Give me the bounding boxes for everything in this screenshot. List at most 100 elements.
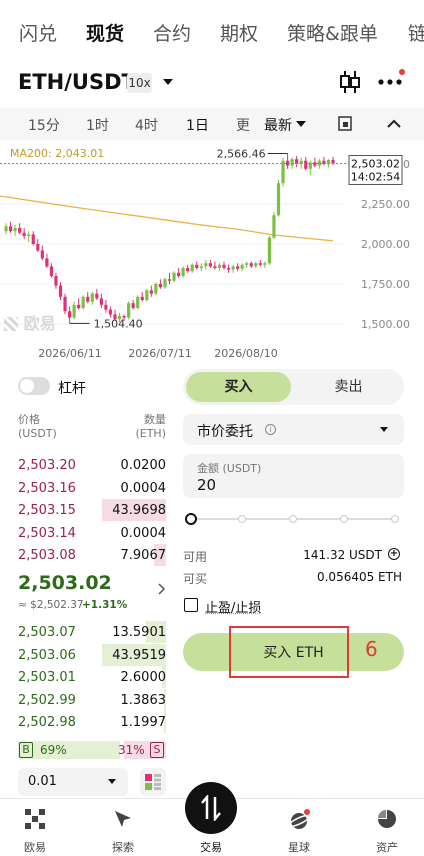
nav-trade-label: 交易 bbox=[176, 839, 246, 855]
tpsl-label[interactable]: 止盈/止损 bbox=[205, 597, 261, 616]
candle-body bbox=[281, 161, 284, 183]
slider-tick-100[interactable] bbox=[391, 515, 399, 523]
tab-strategy-copy[interactable]: 策略&跟单 bbox=[287, 19, 378, 46]
slider-tick-25[interactable] bbox=[238, 515, 246, 523]
interval-4h[interactable]: 4时 bbox=[135, 115, 158, 135]
buy-tab[interactable]: 买入 bbox=[186, 372, 291, 402]
amount-slider[interactable] bbox=[185, 512, 401, 526]
nav-okx[interactable]: 欧易 bbox=[0, 799, 70, 856]
tab-chain[interactable]: 链 bbox=[408, 19, 424, 46]
candle-body bbox=[177, 273, 180, 276]
info-icon[interactable]: i bbox=[265, 424, 276, 435]
nav-okx-label: 欧易 bbox=[0, 839, 70, 855]
chart-type-latest[interactable]: 最新 bbox=[264, 115, 292, 135]
sell-row[interactable]: 2,503.20 0.0200 bbox=[18, 454, 166, 476]
buy-ratio-badge: B bbox=[19, 742, 33, 758]
tab-futures[interactable]: 合约 bbox=[153, 19, 191, 46]
candle-body bbox=[32, 234, 35, 244]
interval-15m[interactable]: 15分 bbox=[28, 115, 60, 135]
tab-options[interactable]: 期权 bbox=[220, 19, 258, 46]
sell-price: 2,503.15 bbox=[18, 503, 76, 518]
y-tick-label: 1,500.00 bbox=[361, 318, 410, 331]
amount-field[interactable]: 金额 (USDT) 20 bbox=[183, 454, 404, 498]
candle-body bbox=[59, 286, 62, 297]
candle-body bbox=[9, 226, 12, 231]
tab-flash-swap[interactable]: 闪兑 bbox=[19, 19, 57, 46]
sell-ratio-value: 31% bbox=[118, 743, 145, 757]
sell-qty: 43.9698 bbox=[112, 503, 166, 518]
sell-ratio-badge: S bbox=[150, 742, 164, 758]
sell-tab[interactable]: 卖出 bbox=[296, 372, 401, 402]
nav-trade[interactable]: 交易 bbox=[176, 799, 246, 856]
candle-body bbox=[245, 263, 248, 265]
candle-body bbox=[186, 268, 189, 271]
candle-body bbox=[209, 263, 212, 266]
candle-body bbox=[154, 284, 157, 294]
candle-body bbox=[200, 266, 203, 268]
buy-row[interactable]: 2,502.98 1.1997 bbox=[18, 711, 166, 733]
nav-planet[interactable]: 星球 bbox=[264, 799, 334, 856]
interval-1d[interactable]: 1日 bbox=[186, 115, 209, 135]
nav-assets-label: 资产 bbox=[352, 839, 422, 855]
mid-price[interactable]: 2,503.02 bbox=[18, 572, 112, 594]
side-switch: 买入 卖出 bbox=[183, 369, 404, 405]
sell-row[interactable]: 2,503.08 7.9067 bbox=[18, 544, 166, 566]
candle-body bbox=[254, 263, 257, 266]
can-buy-value: 0.056405 ETH bbox=[260, 570, 402, 584]
buy-row[interactable]: 2,502.99 1.3863 bbox=[18, 689, 166, 711]
margin-toggle[interactable] bbox=[18, 377, 50, 395]
candle-body bbox=[331, 160, 334, 164]
interval-more[interactable]: 更 bbox=[236, 115, 250, 135]
order-type-select[interactable]: 市价委托 i bbox=[183, 414, 404, 445]
orderbook-layout-button[interactable] bbox=[140, 768, 166, 796]
tpsl-checkbox[interactable] bbox=[184, 598, 198, 612]
slider-tick-50[interactable] bbox=[289, 515, 297, 523]
pair-name[interactable]: ETH/USDT bbox=[18, 70, 136, 94]
chart-settings-icon[interactable] bbox=[338, 116, 353, 132]
planet-icon bbox=[289, 809, 311, 831]
precision-dropdown-icon bbox=[108, 779, 116, 784]
latest-dropdown-icon[interactable] bbox=[296, 121, 306, 127]
candle-body bbox=[73, 305, 76, 318]
sell-qty: 7.9067 bbox=[121, 548, 167, 563]
candle-body bbox=[45, 258, 48, 266]
nav-explore[interactable]: 探索 bbox=[88, 799, 158, 856]
buy-row[interactable]: 2,503.06 43.9519 bbox=[18, 644, 166, 666]
buy-price: 2,502.99 bbox=[18, 693, 76, 708]
x-tick-label: 2026/07/11 bbox=[128, 347, 191, 360]
tab-spot[interactable]: 现货 bbox=[86, 19, 124, 46]
buy-price: 2,503.07 bbox=[18, 625, 76, 640]
swap-arrows-icon bbox=[199, 795, 223, 821]
buy-row[interactable]: 2,503.07 13.5901 bbox=[18, 621, 166, 643]
sell-price: 2,503.08 bbox=[18, 548, 76, 563]
buy-row[interactable]: 2,503.01 2.6000 bbox=[18, 666, 166, 688]
candlestick-icon[interactable] bbox=[338, 69, 362, 95]
slider-tick-75[interactable] bbox=[340, 515, 348, 523]
chevron-right-icon[interactable] bbox=[158, 583, 166, 595]
candle-body bbox=[36, 244, 39, 250]
pair-header: ETH/USDT 10x bbox=[0, 64, 424, 104]
sell-row[interactable]: 2,503.16 0.0004 bbox=[18, 477, 166, 499]
candle-body bbox=[95, 294, 98, 299]
interval-1h[interactable]: 1时 bbox=[86, 115, 109, 135]
add-funds-icon[interactable]: + bbox=[388, 548, 400, 560]
candle-body bbox=[54, 276, 57, 286]
sell-row[interactable]: 2,503.15 43.9698 bbox=[18, 499, 166, 521]
collapse-chevron-icon[interactable] bbox=[387, 119, 401, 128]
slider-handle[interactable] bbox=[185, 513, 197, 525]
candle-body bbox=[109, 310, 112, 315]
candle-body bbox=[68, 311, 71, 317]
more-icon[interactable] bbox=[377, 78, 405, 86]
precision-select[interactable]: 0.01 bbox=[18, 768, 128, 796]
sell-row[interactable]: 2,503.14 0.0004 bbox=[18, 522, 166, 544]
nav-assets[interactable]: 资产 bbox=[352, 799, 422, 856]
amount-value[interactable]: 20 bbox=[197, 476, 216, 494]
mid-change: +1.31% bbox=[82, 599, 127, 611]
buy-qty: 1.1997 bbox=[121, 715, 167, 730]
pair-dropdown-icon[interactable] bbox=[163, 79, 173, 85]
candle-body bbox=[100, 298, 103, 304]
sell-price: 2,503.20 bbox=[18, 458, 76, 473]
price-chart[interactable]: 2,500.002,250.002,000.001,750.001,500.00… bbox=[0, 140, 424, 365]
candle-body bbox=[136, 297, 139, 308]
last-price-label: 2,503.02 bbox=[351, 158, 400, 171]
